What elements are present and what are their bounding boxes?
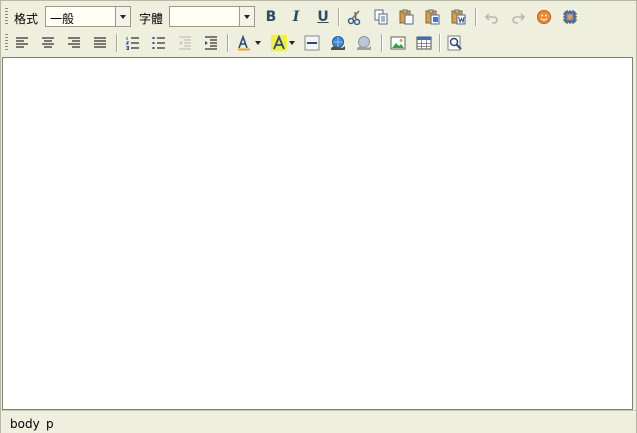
path-item-p[interactable]: p [46, 417, 54, 431]
align-left-icon [16, 37, 28, 48]
chip-icon [563, 10, 577, 24]
paste-word-button[interactable] [448, 6, 470, 28]
separator [338, 8, 340, 26]
emoticon-button[interactable] [533, 6, 555, 28]
link-globe-icon [331, 36, 345, 50]
horizontal-rule-icon [304, 35, 320, 51]
align-center-button[interactable] [37, 32, 59, 54]
editor-content-area[interactable] [2, 57, 633, 410]
magnifier-icon [447, 35, 462, 51]
outdent-icon [179, 36, 191, 50]
copy-icon [374, 9, 388, 25]
font-select[interactable] [169, 6, 255, 27]
align-justify-icon [94, 37, 106, 48]
text-color-icon [238, 35, 250, 51]
insert-link-button[interactable] [327, 32, 349, 54]
separator [439, 34, 441, 52]
toolbar-row-2 [1, 31, 636, 82]
horizontal-rule-button[interactable] [301, 32, 323, 54]
separator [116, 34, 118, 52]
paste-text-button[interactable] [422, 6, 444, 28]
unlink-globe-icon [357, 36, 371, 50]
paste-button[interactable] [396, 6, 418, 28]
format-select[interactable]: 一般 [45, 6, 131, 27]
insert-table-button[interactable] [413, 32, 435, 54]
separator [475, 8, 477, 26]
separator [381, 34, 383, 52]
outdent-button[interactable] [174, 32, 196, 54]
separator [227, 34, 229, 52]
redo-button[interactable] [507, 6, 529, 28]
font-label: 字體 [139, 12, 164, 26]
align-left-button[interactable] [11, 32, 33, 54]
toolbar-grip[interactable] [5, 8, 8, 26]
align-right-button[interactable] [63, 32, 85, 54]
toolbar-row-1: 格式 一般 字體 B I U [1, 5, 636, 29]
copy-button[interactable] [370, 6, 392, 28]
paste-word-icon [451, 9, 466, 25]
numbered-list-icon [125, 37, 139, 50]
toolbar-grip[interactable] [5, 34, 8, 52]
table-icon [416, 36, 432, 50]
paste-text-icon [425, 9, 440, 25]
italic-button[interactable]: I [285, 6, 307, 28]
numbered-list-button[interactable] [122, 32, 144, 54]
insert-image-button[interactable] [387, 32, 409, 54]
background-color-icon [271, 35, 287, 51]
preview-button[interactable] [444, 32, 466, 54]
chevron-down-icon[interactable] [239, 7, 254, 26]
indent-icon [205, 36, 217, 50]
toolbar: 格式 一般 字體 B I U [1, 1, 636, 82]
undo-button[interactable] [481, 6, 503, 28]
undo-icon [484, 13, 498, 24]
bulleted-list-icon [152, 37, 165, 49]
background-color-button[interactable] [268, 32, 296, 54]
source-button[interactable] [559, 6, 581, 28]
smiley-icon [537, 10, 551, 24]
format-select-value: 一般 [50, 12, 75, 26]
indent-button[interactable] [200, 32, 222, 54]
path-item-body[interactable]: body [10, 417, 40, 431]
bulleted-list-button[interactable] [148, 32, 170, 54]
align-justify-button[interactable] [89, 32, 111, 54]
paste-icon [399, 9, 414, 25]
image-icon [390, 36, 406, 50]
cut-button[interactable] [344, 6, 366, 28]
scissors-icon [347, 10, 361, 25]
underline-button[interactable]: U [312, 6, 334, 28]
status-bar: body p [1, 410, 636, 433]
chevron-down-icon[interactable] [115, 7, 130, 26]
text-color-button[interactable] [234, 32, 262, 54]
bold-button[interactable]: B [260, 6, 282, 28]
redo-icon [512, 13, 526, 24]
chevron-down-icon [255, 41, 261, 45]
remove-link-button[interactable] [353, 32, 375, 54]
format-label: 格式 [14, 12, 39, 26]
rich-text-editor: 格式 一般 字體 B I U body p [0, 0, 637, 433]
chevron-down-icon [289, 41, 295, 45]
align-center-icon [42, 37, 54, 48]
align-right-icon [68, 37, 80, 48]
